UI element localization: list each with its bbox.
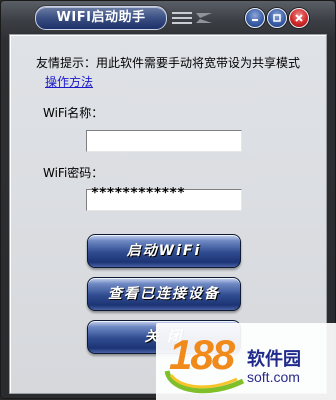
app-window: WIFI启动助手 友情提示：用此软件需要手动将宽带设为共享模式 操作方法 WiF… bbox=[0, 0, 336, 400]
watermark-url: soft.com bbox=[247, 369, 300, 385]
start-wifi-button[interactable]: 启动WiFi bbox=[87, 234, 241, 268]
close-button[interactable] bbox=[289, 8, 309, 28]
tip-text: 友情提示：用此软件需要手动将宽带设为共享模式 bbox=[36, 56, 301, 70]
maximize-button[interactable] bbox=[267, 8, 287, 28]
window-title[interactable]: WIFI启动助手 bbox=[35, 6, 167, 30]
close-icon bbox=[295, 14, 303, 22]
minimize-button[interactable] bbox=[245, 8, 265, 28]
watermark-site-name: 软件园 bbox=[247, 349, 301, 370]
password-input[interactable] bbox=[86, 189, 242, 211]
method-link[interactable]: 操作方法 bbox=[45, 73, 93, 90]
menu-icon[interactable] bbox=[170, 10, 214, 26]
minimize-icon bbox=[252, 19, 258, 21]
password-label: WiFi密码： bbox=[43, 166, 104, 180]
ssid-label: WiFi名称： bbox=[43, 106, 104, 120]
watermark-logo: 188 bbox=[169, 331, 235, 378]
maximize-icon bbox=[273, 14, 281, 22]
view-devices-button[interactable]: 查看已连接设备 bbox=[87, 277, 241, 311]
ssid-input[interactable] bbox=[86, 130, 242, 152]
